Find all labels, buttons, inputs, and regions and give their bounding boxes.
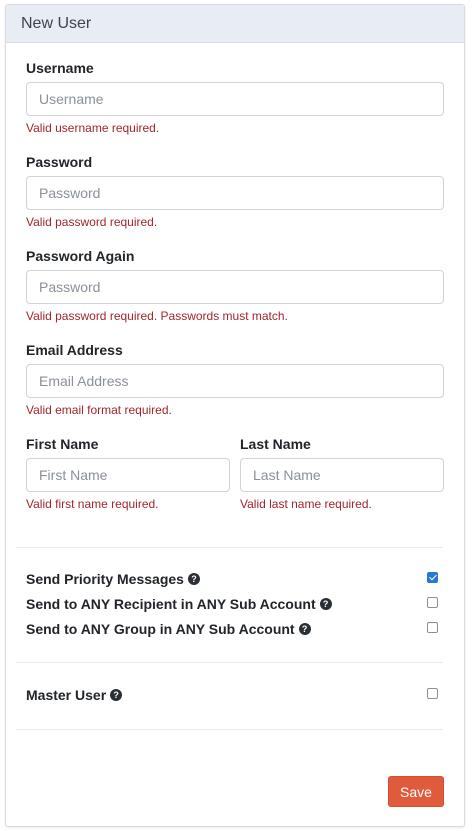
password-again-input[interactable]: [26, 270, 444, 304]
divider: [16, 729, 443, 730]
question-circle-icon[interactable]: ?: [319, 598, 332, 610]
first-name-input[interactable]: [26, 458, 230, 492]
username-error: Valid username required.: [26, 121, 160, 135]
divider: [16, 547, 443, 548]
panel-title: New User: [21, 14, 92, 32]
username-label: Username: [26, 60, 94, 76]
option-label-priority: Send Priority Messages ?: [26, 571, 200, 587]
email-label: Email Address: [26, 342, 123, 358]
priority-messages-checkbox[interactable]: [427, 572, 438, 583]
question-circle-icon[interactable]: ?: [110, 689, 123, 701]
password-again-error: Valid password required. Passwords must …: [26, 309, 288, 323]
password-input[interactable]: [26, 176, 444, 210]
last-name-input[interactable]: [240, 458, 444, 492]
save-button[interactable]: Save: [388, 776, 444, 807]
username-input[interactable]: [26, 82, 444, 116]
option-label-text: Send to ANY Recipient in ANY Sub Account: [26, 596, 316, 612]
master-user-label: Master User ?: [26, 687, 123, 703]
divider: [16, 662, 443, 663]
option-label-text: Send Priority Messages: [26, 571, 184, 587]
panel-header: New User: [6, 5, 464, 43]
password-error: Valid password required.: [26, 215, 158, 229]
option-label-text: Send to ANY Group in ANY Sub Account: [26, 621, 295, 637]
any-recipient-checkbox[interactable]: [427, 597, 438, 608]
password-label: Password: [26, 154, 93, 170]
email-input[interactable]: [26, 364, 444, 398]
first-name-label: First Name: [26, 436, 99, 452]
option-label-any-recipient: Send to ANY Recipient in ANY Sub Account…: [26, 596, 332, 612]
question-circle-icon[interactable]: ?: [298, 623, 311, 635]
master-user-label-text: Master User: [26, 687, 107, 703]
password-again-label: Password Again: [26, 248, 135, 264]
option-label-any-group: Send to ANY Group in ANY Sub Account ?: [26, 621, 311, 637]
email-error: Valid email format required.: [26, 403, 172, 417]
any-group-checkbox[interactable]: [427, 622, 438, 633]
master-user-checkbox[interactable]: [427, 688, 438, 699]
first-name-error: Valid first name required.: [26, 497, 159, 511]
question-circle-icon[interactable]: ?: [187, 573, 200, 585]
last-name-error: Valid last name required.: [240, 497, 372, 511]
last-name-label: Last Name: [240, 436, 311, 452]
